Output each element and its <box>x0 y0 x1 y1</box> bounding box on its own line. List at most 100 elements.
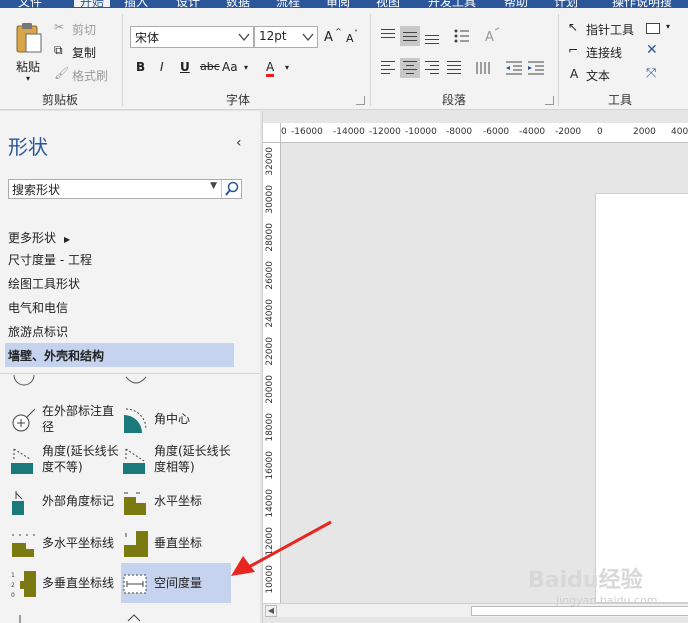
shape-label: 外部角度标记 <box>42 494 115 508</box>
more-shapes-label: 更多形状 <box>8 231 57 245</box>
paste-button[interactable]: 粘贴 ▾ <box>12 22 46 83</box>
ruler-tick: 24000 <box>265 299 275 328</box>
format-painter-button[interactable]: 🖌 格式刷 <box>54 66 124 84</box>
diameter-icon <box>12 408 36 432</box>
tab-help[interactable]: 帮助 <box>504 0 528 8</box>
connector-button[interactable]: ⌐ 连接线 <box>568 43 638 61</box>
rectangle-icon <box>646 23 660 34</box>
scrollbar-thumb[interactable] <box>471 606 688 616</box>
text-direction-icon: A <box>485 27 500 45</box>
font-color-button[interactable]: A <box>266 60 275 77</box>
ruler-tick: 16000 <box>265 451 275 480</box>
rectangle-shape-button[interactable]: ▾ <box>644 20 684 38</box>
shape-multi-vertical[interactable]: 1 2 0 多垂直坐标线 <box>10 567 122 605</box>
shape-external-angle[interactable]: 外部角度标记 <box>10 485 122 523</box>
font-size-select[interactable]: 12pt <box>254 26 318 48</box>
multi-vertical-icon: 1 2 0 <box>11 571 36 599</box>
tab-home[interactable]: 开始 <box>74 0 111 8</box>
shapes-panel-title: 形状 <box>8 135 48 159</box>
chevron-down-icon[interactable]: ▾ <box>26 74 30 83</box>
pointer-tool-button[interactable]: ↖ 指针工具 <box>568 20 638 38</box>
clipboard-group-label: 剪贴板 <box>42 93 79 107</box>
connector-label: 连接线 <box>586 46 623 60</box>
stencil-item[interactable]: 绘图工具形状 <box>8 275 80 292</box>
cut-label: 剪切 <box>72 23 97 37</box>
ruler-tick: 32000 <box>265 147 275 176</box>
underline-button[interactable]: U <box>180 60 190 74</box>
align-center-button[interactable] <box>400 58 420 78</box>
ruler-tick: -8000 <box>446 127 473 137</box>
chevron-down-icon[interactable]: ▾ <box>285 63 289 72</box>
italic-button[interactable]: I <box>160 60 164 74</box>
shape-space-measurement[interactable]: 空间度量 <box>122 567 234 605</box>
justify-button[interactable] <box>444 58 464 78</box>
stencil-item[interactable]: 尺寸度量 - 工程 <box>8 251 92 268</box>
distribute-button[interactable] <box>474 58 494 78</box>
tab-review[interactable]: 审阅 <box>326 0 350 8</box>
text-tool-label: 文本 <box>586 69 611 83</box>
chevron-down-icon: ▾ <box>666 22 671 31</box>
chevron-down-icon <box>302 33 314 42</box>
tab-design[interactable]: 设计 <box>176 0 200 8</box>
bold-button[interactable]: B <box>136 60 145 74</box>
tab-insert[interactable]: 插入 <box>124 0 148 8</box>
more-shapes-item[interactable]: 更多形状 ▶ <box>8 229 70 246</box>
search-shapes-input[interactable]: 搜索形状 ▼ <box>8 179 242 199</box>
bullets-button[interactable] <box>452 26 472 46</box>
connection-point-icon[interactable]: ⤧ <box>646 66 656 81</box>
text-direction-button[interactable]: A <box>482 26 502 46</box>
ruler-tick: 18000 <box>265 413 275 442</box>
shape-multi-horizontal[interactable]: 多水平坐标线 <box>10 527 122 565</box>
increase-indent-button[interactable] <box>526 58 546 78</box>
font-name-select[interactable]: 宋体 <box>130 26 254 48</box>
align-left-button[interactable] <box>378 58 398 78</box>
tell-me-search[interactable]: 操作说明搜 <box>612 0 672 8</box>
stencil-item-selected[interactable]: 墙壁、外壳和结构 <box>8 347 104 364</box>
tab-file[interactable]: 文件 <box>18 0 42 8</box>
align-right-button[interactable] <box>422 58 442 78</box>
align-top-button[interactable] <box>378 26 398 46</box>
font-dialog-launcher-icon[interactable] <box>356 96 365 105</box>
copy-button[interactable]: ⧉ 复制 <box>54 43 124 61</box>
horizontal-ruler[interactable]: 0 -16000 -14000 -12000 -10000 -8000 -600… <box>281 123 688 143</box>
shape-angle-equal[interactable]: 角度(延长线长度相等) <box>122 443 234 481</box>
ruler-tick: 2000 <box>633 127 656 137</box>
text-tool-button[interactable]: A 文本 <box>568 66 638 84</box>
shape-vertical-coordinate[interactable]: 垂直坐标 <box>122 527 234 565</box>
shape-horizontal-coordinate[interactable]: 水平坐标 <box>122 485 234 523</box>
chevron-down-icon[interactable]: ▼ <box>210 181 217 191</box>
cut-button[interactable]: ✂ 剪切 <box>54 20 124 38</box>
close-x-icon[interactable]: ✕ <box>646 42 658 58</box>
tab-data[interactable]: 数据 <box>226 0 250 8</box>
align-middle-button[interactable] <box>400 26 420 46</box>
tab-view[interactable]: 视图 <box>376 0 400 8</box>
decrease-indent-button[interactable] <box>504 58 524 78</box>
chevron-down-icon[interactable]: ▾ <box>244 63 248 72</box>
drawing-page[interactable] <box>595 193 688 603</box>
watermark-url: jingyan.baidu.com <box>556 594 658 607</box>
shape-label: 垂直坐标 <box>154 536 203 550</box>
shape-external-diameter[interactable]: 在外部标注直径 <box>10 403 122 441</box>
decrease-indent-icon <box>506 61 522 75</box>
grow-font-button[interactable]: A <box>324 30 333 45</box>
change-case-button[interactable]: Aa <box>222 60 238 74</box>
tab-developer[interactable]: 开发工具 <box>428 0 476 8</box>
shrink-font-button[interactable]: A <box>346 32 354 45</box>
tab-process[interactable]: 流程 <box>276 0 300 8</box>
external-angle-icon <box>12 491 24 515</box>
brush-icon: 🖌 <box>54 66 70 80</box>
stencil-item[interactable]: 旅游点标识 <box>8 323 68 340</box>
paragraph-dialog-launcher-icon[interactable] <box>545 96 554 105</box>
shape-angle-unequal[interactable]: 角度(延长线长度不等) <box>10 443 122 481</box>
scroll-left-icon[interactable]: ◀ <box>265 605 277 617</box>
stencil-item[interactable]: 电气和电信 <box>8 299 68 316</box>
ruler-tick: 4000 <box>671 127 688 137</box>
align-bottom-button[interactable] <box>422 26 442 46</box>
shape-label: 角度(延长线长度不等) <box>42 444 119 474</box>
tab-plan[interactable]: 计划 <box>554 0 578 8</box>
search-icon[interactable] <box>221 180 241 198</box>
strikethrough-button[interactable]: abc <box>200 60 220 73</box>
collapse-panel-icon[interactable]: ‹ <box>236 135 242 151</box>
shape-angle-center[interactable]: 角中心 <box>122 403 234 441</box>
shape-partial-icon <box>127 614 141 622</box>
